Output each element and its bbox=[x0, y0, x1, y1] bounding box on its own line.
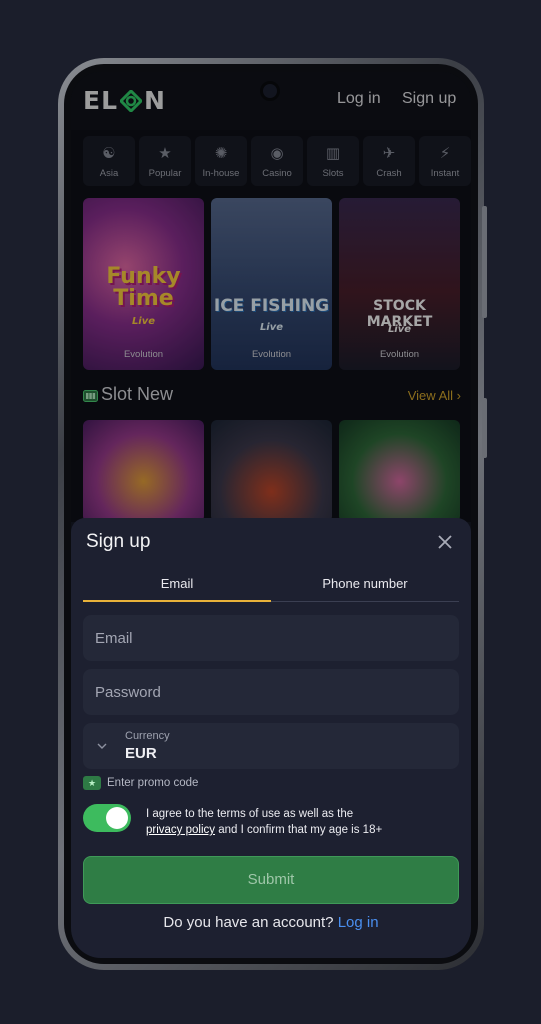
email-input[interactable] bbox=[83, 615, 459, 661]
signup-tabs: Email Phone number bbox=[83, 570, 459, 602]
power-button bbox=[482, 398, 487, 458]
currency-label: Currency bbox=[125, 730, 170, 742]
password-field bbox=[83, 669, 459, 715]
phone-screen: EL N Log in Sign up ☯ Asia ★ Popular ✺ I… bbox=[71, 72, 471, 958]
password-input[interactable] bbox=[83, 669, 459, 715]
have-account-row: Do you have an account? Log in bbox=[71, 914, 471, 931]
agree-prefix: I agree to the terms of use as well as t… bbox=[146, 808, 354, 820]
tab-email[interactable]: Email bbox=[83, 570, 271, 602]
sheet-login-link[interactable]: Log in bbox=[338, 914, 379, 931]
promo-label: Enter promo code bbox=[107, 777, 199, 789]
tab-phone-number[interactable]: Phone number bbox=[271, 570, 459, 601]
volume-button bbox=[482, 206, 487, 318]
sheet-title: Sign up bbox=[86, 531, 151, 552]
agree-toggle[interactable] bbox=[83, 804, 131, 832]
agreement-text: I agree to the terms of use as well as t… bbox=[146, 806, 446, 838]
currency-select[interactable]: Currency EUR bbox=[83, 723, 459, 769]
submit-button[interactable]: Submit bbox=[83, 856, 459, 904]
agree-suffix: and I confirm that my age is 18+ bbox=[218, 824, 383, 836]
promo-code-toggle[interactable]: ★ Enter promo code bbox=[83, 776, 198, 790]
gift-icon: ★ bbox=[83, 776, 101, 790]
close-icon[interactable] bbox=[437, 534, 453, 550]
chevron-down-icon bbox=[97, 743, 107, 749]
currency-value: EUR bbox=[125, 745, 157, 762]
backdrop-overlay bbox=[71, 72, 471, 522]
have-account-text: Do you have an account? bbox=[163, 914, 334, 931]
toggle-knob bbox=[106, 807, 128, 829]
privacy-policy-link[interactable]: privacy policy bbox=[146, 824, 215, 836]
signup-sheet: Sign up Email Phone number Currency EUR … bbox=[71, 518, 471, 958]
email-field bbox=[83, 615, 459, 661]
